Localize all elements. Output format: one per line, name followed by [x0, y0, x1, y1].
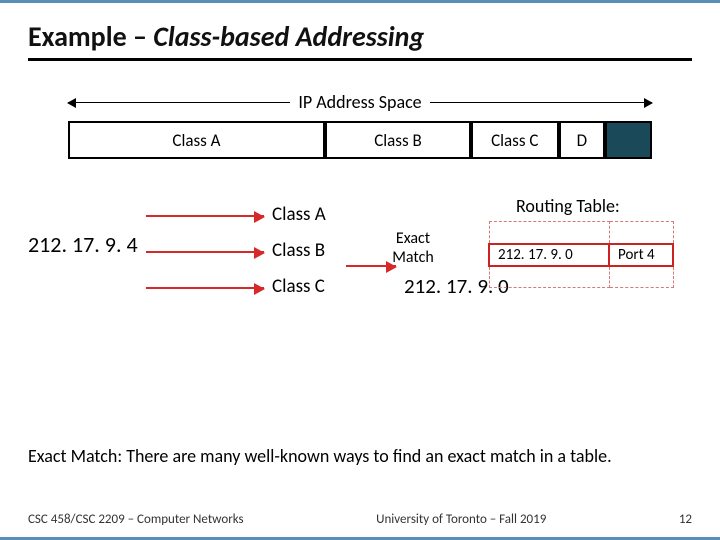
lookup-diagram: 212. 17. 9. 4 Class A Class B Class C Ex… [28, 195, 692, 325]
arrow-icon [146, 251, 264, 253]
title-pre: Example – [28, 19, 153, 54]
input-ip: 212. 17. 9. 4 [28, 231, 138, 258]
routing-table-title: Routing Table: [516, 195, 620, 217]
ip-space-arrow: IP Address Space [68, 89, 652, 115]
exact-match-label: Exact Match [368, 229, 458, 267]
class-d-block: D [559, 121, 606, 159]
ip-space-label: IP Address Space [290, 91, 429, 113]
class-e-block [605, 121, 652, 159]
class-a-label: Class A [272, 203, 326, 226]
footer-center: University of Toronto – Fall 2019 [376, 512, 546, 527]
caption-text: Exact Match: There are many well-known w… [28, 445, 692, 467]
class-c-label: Class C [272, 275, 325, 298]
arrow-icon [146, 215, 264, 217]
arrow-icon [346, 265, 396, 267]
rt-port [609, 266, 673, 288]
rt-prefix: 212. 17. 9. 0 [489, 244, 609, 266]
title-em: Class-based Addressing [153, 19, 424, 54]
arrow-icon [146, 287, 264, 289]
rt-prefix [489, 266, 609, 288]
routing-table: 212. 17. 9. 0Port 4 [488, 221, 674, 288]
rt-prefix [489, 222, 609, 244]
table-row [489, 266, 673, 288]
class-bar: Class A Class B Class C D [68, 121, 652, 159]
table-row-match: 212. 17. 9. 0Port 4 [489, 244, 673, 266]
rt-port: Port 4 [609, 244, 673, 266]
class-b-label: Class B [272, 239, 325, 262]
class-c-block: Class C [471, 121, 559, 159]
rt-port [609, 222, 673, 244]
class-b-block: Class B [325, 121, 471, 159]
table-row [489, 222, 673, 244]
footer-left: CSC 458/CSC 2209 – Computer Networks [28, 512, 244, 527]
footer-page-number: 12 [679, 512, 692, 527]
class-a-block: Class A [68, 121, 325, 159]
slide-title: Example – Class-based Addressing [28, 19, 692, 61]
footer: CSC 458/CSC 2209 – Computer Networks Uni… [28, 512, 692, 527]
